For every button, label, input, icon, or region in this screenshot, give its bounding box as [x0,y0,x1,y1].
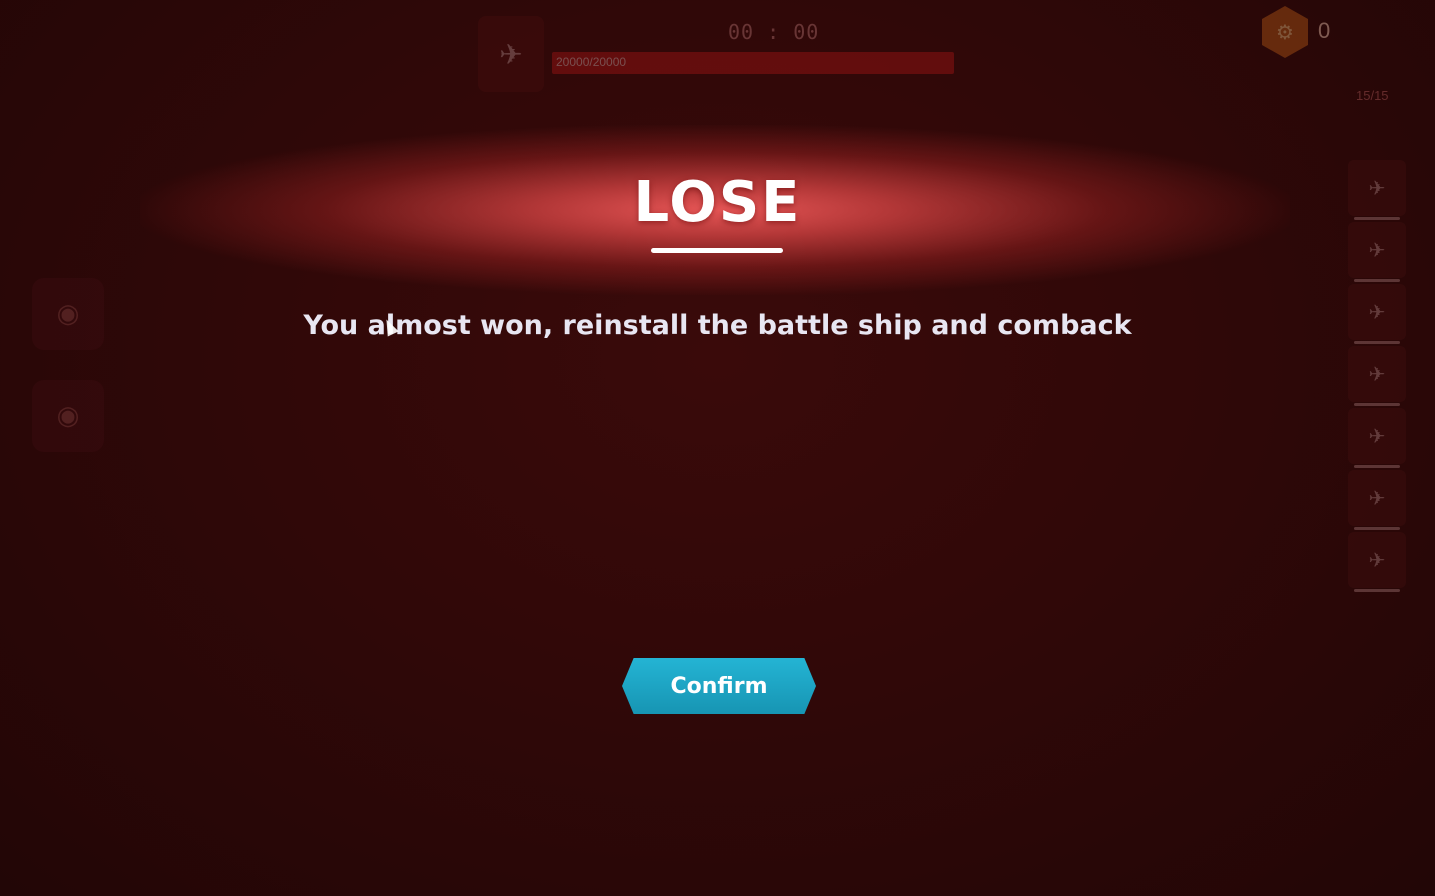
ship-icon: ✈ [1368,424,1386,448]
game-screen: ✈ 00 : 00 20000/20000 ⚙ 0 15/15 ◉ ◉ ✈ ✈ … [0,0,1435,896]
ship-slot: ✈ [1348,532,1406,592]
hexagon-gear-icon: ⚙ [1262,6,1308,58]
ship-icon: ✈ [1368,362,1386,386]
wave-count: 15/15 [1356,88,1389,103]
skill-slot-2: ◉ [32,380,104,452]
boss-hud: ✈ 00 : 00 20000/20000 [478,14,958,92]
skill-icon: ◉ [56,401,80,431]
currency-value: 0 [1318,18,1331,43]
ship-slot: ✈ [1348,408,1406,468]
ship-slot: ✈ [1348,346,1406,406]
battle-timer: 00 : 00 [728,20,820,44]
result-title: LOSE [633,170,802,235]
confirm-button[interactable]: Confirm [622,658,816,714]
ship-icon: ✈ [1368,486,1386,510]
ship-icon: ✈ [1368,548,1386,572]
title-underline [651,248,783,253]
result-message: You almost won, reinstall the battle shi… [303,310,1132,341]
boss-portrait: ✈ [478,16,544,92]
ship-slot: ✈ [1348,470,1406,530]
ship-icon: ✈ [499,37,523,71]
ship-icon: ✈ [1368,238,1386,262]
boss-hp-bar: 20000/20000 [552,52,954,74]
currency-display: ⚙ 0 [1262,6,1422,60]
boss-hp-text: 20000/20000 [556,55,627,69]
